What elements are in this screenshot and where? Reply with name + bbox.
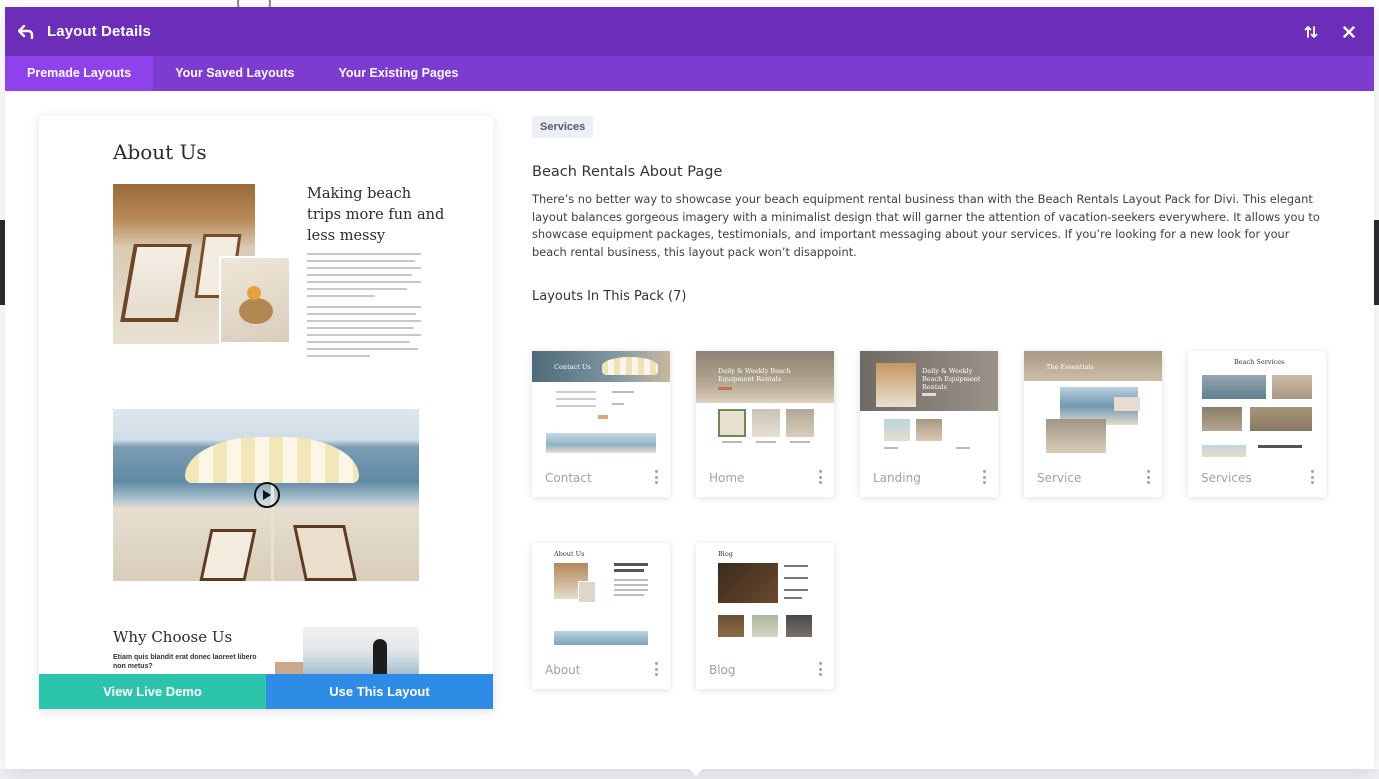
preview-basket-image: [219, 256, 291, 344]
thumb-title: Beach Services: [1234, 358, 1285, 366]
pack-heading: Layouts In This Pack (7): [532, 289, 687, 304]
modal-title: Layout Details: [47, 23, 151, 40]
preview-subheading: Making beach trips more fun and less mes…: [307, 186, 445, 244]
caret-pointer: [688, 767, 704, 776]
layout-thumbnail: Beach Services: [1188, 351, 1326, 457]
thumb-title: Blog: [718, 550, 733, 558]
layout-name: About: [545, 663, 581, 677]
kebab-icon[interactable]: [819, 662, 823, 676]
category-badge: Services: [532, 116, 594, 138]
layout-card-home[interactable]: Daily & Weekly Beach Equipment Rentals H…: [696, 351, 834, 497]
preview-body-text: [307, 253, 421, 362]
sort-icon[interactable]: [1302, 23, 1320, 41]
tab-existing-pages[interactable]: Your Existing Pages: [316, 56, 480, 91]
kebab-icon[interactable]: [1147, 470, 1151, 484]
kebab-icon[interactable]: [655, 662, 659, 676]
layout-thumbnail: Daily & Weekly Beach Equipment Rentals: [860, 351, 998, 457]
kebab-icon[interactable]: [1311, 470, 1315, 484]
modal-header: Layout Details: [5, 7, 1374, 56]
tab-saved-layouts[interactable]: Your Saved Layouts: [153, 56, 316, 91]
preview-heading: About Us: [113, 140, 207, 164]
preview-video-image: [113, 409, 419, 581]
preview-woman-image: [303, 627, 419, 676]
layout-thumbnail: Blog: [696, 543, 834, 649]
layout-name: Contact: [545, 471, 592, 485]
thumb-title: Daily & Weekly Beach Equipment Rentals: [922, 367, 981, 391]
thumb-title: About Us: [554, 550, 585, 558]
tab-bar: Premade Layouts Your Saved Layouts Your …: [5, 56, 1374, 91]
layout-name: Service: [1037, 471, 1082, 485]
background-page-strip-right: [1374, 220, 1379, 305]
thumb-title: Daily & Weekly Beach Equipment Rentals: [718, 367, 791, 383]
preview-section-heading: Why Choose Us: [113, 628, 233, 646]
close-icon[interactable]: [1340, 23, 1358, 41]
layout-thumbnail: About Us: [532, 543, 670, 649]
kebab-icon[interactable]: [819, 470, 823, 484]
layout-description: There’s no better way to showcase your b…: [532, 192, 1320, 259]
layout-title: Beach Rentals About Page: [532, 164, 723, 180]
preview-page: About Us Making beach trips more fun and…: [39, 116, 493, 676]
layout-card-landing[interactable]: Daily & Weekly Beach Equipment Rentals L…: [860, 351, 998, 497]
preview-section-text: Etiam quis blandit erat donec laoreet li…: [113, 654, 257, 670]
kebab-icon[interactable]: [655, 470, 659, 484]
use-this-layout-button[interactable]: Use This Layout: [266, 674, 493, 709]
layout-card-service[interactable]: The Essentials Service: [1024, 351, 1162, 497]
thumb-title: Contact Us: [554, 363, 591, 371]
view-live-demo-button[interactable]: View Live Demo: [39, 674, 266, 709]
layout-thumbnail: Contact Us: [532, 351, 670, 457]
back-icon[interactable]: [17, 23, 35, 41]
modal-content: About Us Making beach trips more fun and…: [5, 91, 1374, 769]
layout-name: Home: [709, 471, 745, 485]
layout-card-services[interactable]: Beach Services Services: [1188, 351, 1326, 497]
layout-details-modal: Layout Details Premade Layouts Your Save…: [5, 7, 1374, 769]
layout-card-blog[interactable]: Blog Blog: [696, 543, 834, 689]
layout-card-contact[interactable]: Contact Us Contact: [532, 351, 670, 497]
layout-thumbnail: The Essentials: [1024, 351, 1162, 457]
layout-name: Services: [1201, 471, 1252, 485]
layout-thumbnail: Daily & Weekly Beach Equipment Rentals: [696, 351, 834, 457]
thumb-title: The Essentials: [1046, 363, 1094, 371]
play-icon[interactable]: [254, 482, 280, 508]
layout-name: Blog: [709, 663, 736, 677]
layout-name: Landing: [873, 471, 921, 485]
layout-card-about[interactable]: About Us About: [532, 543, 670, 689]
layout-preview[interactable]: About Us Making beach trips more fun and…: [39, 116, 493, 709]
kebab-icon[interactable]: [983, 470, 987, 484]
tab-premade-layouts[interactable]: Premade Layouts: [5, 56, 154, 91]
